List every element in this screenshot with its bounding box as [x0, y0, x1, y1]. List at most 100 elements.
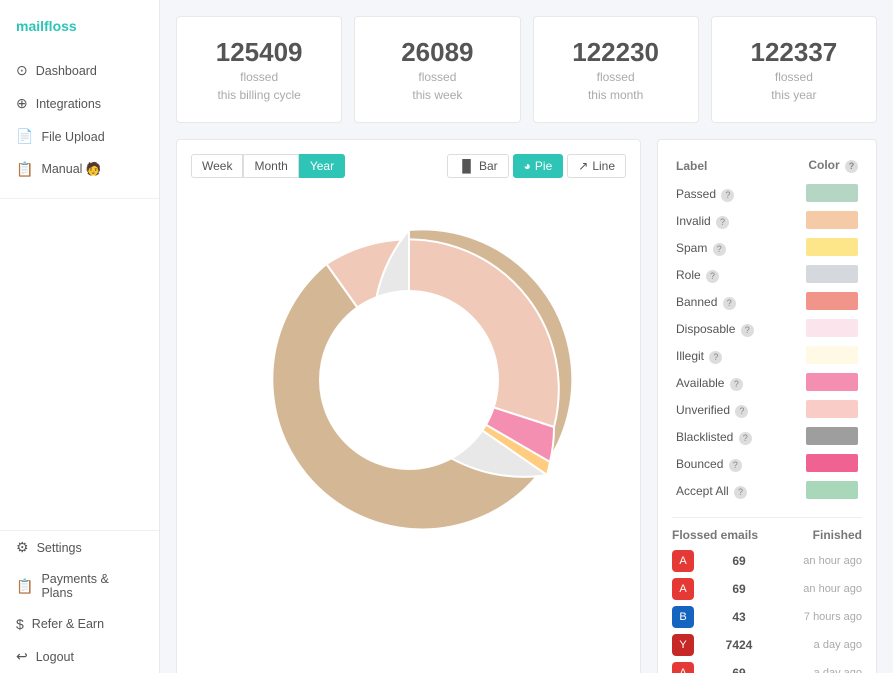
legend-row: Disposable ?	[672, 316, 862, 343]
sidebar: mailfloss ⊙ Dashboard ⊕ Integrations 📄 F…	[0, 0, 160, 673]
donut-chart	[229, 200, 589, 560]
dashboard-icon: ⊙	[16, 62, 28, 79]
line-label: Line	[592, 159, 615, 173]
bar-label: Bar	[479, 159, 498, 173]
color-swatch	[806, 265, 858, 283]
legend-help-icon[interactable]: ?	[713, 243, 726, 256]
line-icon: ↗	[578, 159, 588, 173]
recent-icon: A	[672, 578, 694, 600]
color-swatch	[806, 238, 858, 256]
legend-item-label: Available ?	[672, 370, 784, 397]
sidebar-item-manual[interactable]: 📋 Manual 🧑	[0, 153, 159, 186]
legend-help-icon[interactable]: ?	[729, 459, 742, 472]
integrations-icon: ⊕	[16, 95, 28, 112]
pie-chart-button[interactable]: ◕ Pie	[513, 154, 564, 178]
recent-col-emails: Flossed emails	[672, 528, 758, 542]
refer-icon: $	[16, 616, 24, 632]
legend-help-icon[interactable]: ?	[716, 216, 729, 229]
sidebar-item-payments[interactable]: 📋 Payments & Plans	[0, 564, 159, 608]
recent-row: B 43 7 hours ago	[672, 606, 862, 628]
year-button[interactable]: Year	[299, 154, 345, 178]
bar-chart-button[interactable]: ▐▌ Bar	[447, 154, 509, 178]
recent-count: 69	[700, 582, 778, 596]
legend-help-icon[interactable]: ?	[706, 270, 719, 283]
recent-time: an hour ago	[784, 583, 862, 595]
color-swatch	[806, 292, 858, 310]
recent-row: Y 7424 a day ago	[672, 634, 862, 656]
recent-row: A 69 a day ago	[672, 662, 862, 673]
stats-row: 125409 flossed this billing cycle 26089 …	[176, 16, 877, 123]
legend-item-label: Illegit ?	[672, 343, 784, 370]
recent-time: an hour ago	[784, 555, 862, 567]
recent-count: 43	[700, 610, 778, 624]
color-swatch	[806, 346, 858, 364]
sidebar-bottom: ⚙ Settings 📋 Payments & Plans $ Refer & …	[0, 530, 159, 673]
color-swatch	[806, 319, 858, 337]
stat-label-billing: flossed	[193, 70, 325, 84]
bar-icon: ▐▌	[458, 159, 475, 173]
legend-help-icon[interactable]: ?	[734, 486, 747, 499]
color-help-icon[interactable]: ?	[845, 160, 858, 173]
sidebar-item-dashboard[interactable]: ⊙ Dashboard	[0, 54, 159, 87]
stat-period-billing: this billing cycle	[193, 88, 325, 102]
sidebar-item-refer[interactable]: $ Refer & Earn	[0, 608, 159, 640]
legend-help-icon[interactable]: ?	[739, 432, 752, 445]
right-panel: Label Color ? Passed ? Invalid ? Spam ?	[657, 139, 877, 673]
legend-item-label: Accept All ?	[672, 478, 784, 505]
sidebar-item-file-upload[interactable]: 📄 File Upload	[0, 120, 159, 153]
recent-col-finished: Finished	[813, 528, 862, 542]
legend-help-icon[interactable]: ?	[709, 351, 722, 364]
color-swatch	[806, 454, 858, 472]
legend-item-color	[784, 262, 862, 289]
recent-icon: Y	[672, 634, 694, 656]
legend-item-label: Disposable ?	[672, 316, 784, 343]
file-upload-icon: 📄	[16, 128, 33, 145]
legend-help-icon[interactable]: ?	[735, 405, 748, 418]
month-button[interactable]: Month	[243, 154, 298, 178]
stat-card-month: 122230 flossed this month	[533, 16, 699, 123]
legend-table: Label Color ? Passed ? Invalid ? Spam ?	[672, 154, 862, 505]
color-swatch	[806, 481, 858, 499]
recent-icon: A	[672, 662, 694, 673]
legend-help-icon[interactable]: ?	[730, 378, 743, 391]
line-chart-button[interactable]: ↗ Line	[567, 154, 626, 178]
legend-item-color	[784, 478, 862, 505]
sidebar-item-logout[interactable]: ↩ Logout	[0, 640, 159, 673]
stat-number-month: 122230	[550, 37, 682, 68]
sidebar-item-settings[interactable]: ⚙ Settings	[0, 531, 159, 564]
legend-item-label: Spam ?	[672, 235, 784, 262]
legend-item-color	[784, 208, 862, 235]
legend-help-icon[interactable]: ?	[741, 324, 754, 337]
chart-toolbar: Week Month Year ▐▌ Bar ◕ Pie	[191, 154, 626, 178]
stat-number-billing: 125409	[193, 37, 325, 68]
legend-row: Spam ?	[672, 235, 862, 262]
legend-row: Available ?	[672, 370, 862, 397]
legend-item-color	[784, 181, 862, 208]
legend-row: Invalid ?	[672, 208, 862, 235]
stat-period-month: this month	[550, 88, 682, 102]
legend-item-color	[784, 424, 862, 451]
legend-row: Accept All ?	[672, 478, 862, 505]
recent-count: 69	[700, 666, 778, 673]
week-button[interactable]: Week	[191, 154, 243, 178]
chart-panel: Week Month Year ▐▌ Bar ◕ Pie	[176, 139, 641, 673]
legend-help-icon[interactable]: ?	[721, 189, 734, 202]
legend-help-icon[interactable]: ?	[723, 297, 736, 310]
legend-item-color	[784, 289, 862, 316]
recent-row: A 69 an hour ago	[672, 578, 862, 600]
nav-section: ⊙ Dashboard ⊕ Integrations 📄 File Upload…	[0, 50, 159, 190]
stat-label-year: flossed	[728, 70, 860, 84]
stat-number-year: 122337	[728, 37, 860, 68]
legend-item-label: Role ?	[672, 262, 784, 289]
legend-item-color	[784, 235, 862, 262]
recent-section: Flossed emails Finished A 69 an hour ago…	[672, 517, 862, 673]
legend-row: Banned ?	[672, 289, 862, 316]
stat-label-month: flossed	[550, 70, 682, 84]
color-swatch	[806, 427, 858, 445]
color-swatch	[806, 373, 858, 391]
stat-period-year: this year	[728, 88, 860, 102]
logout-icon: ↩	[16, 648, 28, 665]
sidebar-item-integrations[interactable]: ⊕ Integrations	[0, 87, 159, 120]
legend-item-label: Banned ?	[672, 289, 784, 316]
recent-count: 7424	[700, 638, 778, 652]
